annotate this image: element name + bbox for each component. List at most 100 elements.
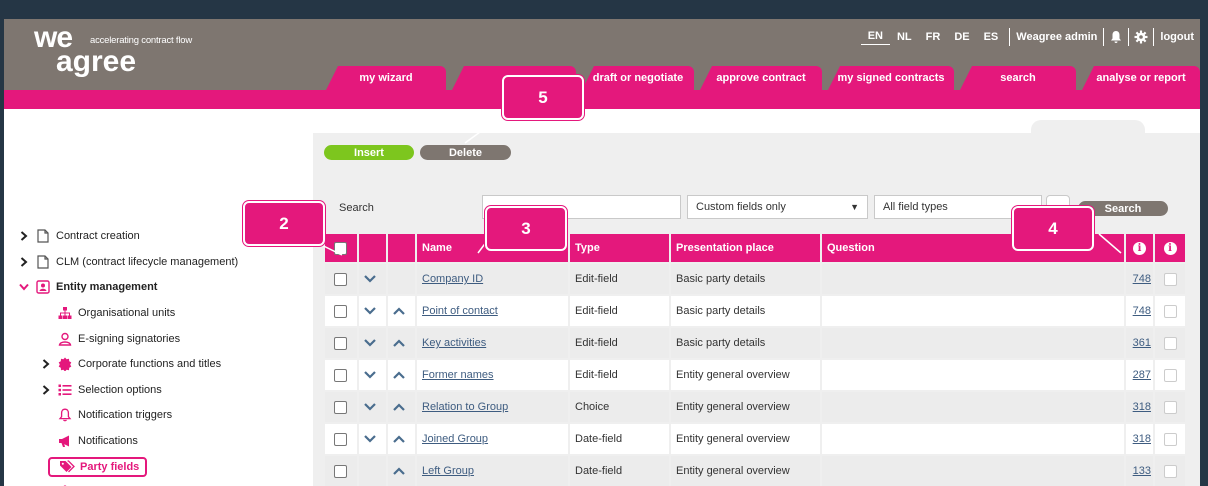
status-checkbox (1163, 400, 1177, 414)
sidebar-item-label: Notifications (78, 435, 138, 447)
chevron-up-icon[interactable] (391, 399, 407, 415)
chevron-right-icon[interactable] (40, 359, 52, 369)
sidebar-item-e-signing-signatories[interactable]: E-signing signatories (40, 329, 180, 349)
field-name-link[interactable]: Joined Group (422, 433, 488, 445)
document-icon (34, 255, 52, 269)
field-name-link[interactable]: Left Group (422, 465, 474, 477)
row-select-cell (325, 360, 357, 390)
tab-my-wizard[interactable]: my wizard (326, 66, 446, 90)
usage-count-link[interactable]: 318 (1133, 401, 1151, 413)
info-icon: i (1163, 241, 1177, 255)
move-down-cell (359, 456, 386, 486)
language-fr[interactable]: FR (919, 31, 948, 43)
type-header[interactable]: Type (570, 234, 669, 262)
info-icon: i (1133, 241, 1146, 255)
chevron-down-icon[interactable] (362, 335, 378, 351)
row-checkbox[interactable] (334, 400, 347, 414)
chevron-right-icon[interactable] (18, 231, 30, 241)
row-select-cell (325, 264, 357, 294)
list-icon (56, 383, 74, 397)
logo[interactable]: we agree accelerating contract flow (34, 23, 192, 77)
bell-icon[interactable] (1108, 29, 1124, 45)
usage-count-link[interactable]: 361 (1133, 337, 1151, 349)
sidebar-item-organisational-units[interactable]: Organisational units (40, 303, 175, 323)
usage-count-link[interactable]: 287 (1133, 369, 1151, 381)
sidebar-item-label: Entity management (56, 281, 158, 293)
usage-count-cell: 318 (1126, 424, 1153, 454)
scope-select[interactable]: Custom fields only ▼ (687, 195, 868, 219)
usage-count-link[interactable]: 748 (1133, 273, 1151, 285)
gear-icon[interactable] (1133, 29, 1149, 45)
chevron-down-icon[interactable] (362, 367, 378, 383)
sidebar-item-notifications[interactable]: Notifications (40, 431, 138, 451)
app-window: we agree accelerating contract flow EN N… (4, 19, 1200, 486)
field-name-link[interactable]: Relation to Group (422, 401, 508, 413)
sidebar-item-selection-options[interactable]: Selection options (40, 380, 162, 400)
usage-count-cell: 748 (1126, 264, 1153, 294)
usage-count-link[interactable]: 318 (1133, 433, 1151, 445)
divider (1153, 28, 1155, 46)
chevron-down-icon[interactable] (362, 399, 378, 415)
chevron-right-icon[interactable] (18, 257, 30, 267)
row-checkbox[interactable] (334, 336, 347, 350)
chevron-up-icon[interactable] (391, 367, 407, 383)
row-checkbox[interactable] (334, 432, 347, 446)
language-en[interactable]: EN (860, 30, 890, 45)
chevron-down-icon[interactable] (362, 431, 378, 447)
document-icon (34, 229, 52, 243)
field-type-select-value: All field types (883, 201, 948, 213)
field-name-link[interactable]: Company ID (422, 273, 483, 285)
language-es[interactable]: ES (977, 31, 1006, 43)
chevron-right-icon[interactable] (40, 385, 52, 395)
chevron-up-icon[interactable] (391, 463, 407, 479)
field-name-link[interactable]: Point of contact (422, 305, 498, 317)
chevron-up-icon[interactable] (391, 431, 407, 447)
tab-my-signed-contracts[interactable]: my signed contracts (828, 66, 954, 90)
move-down-cell (359, 264, 386, 294)
row-checkbox[interactable] (334, 464, 347, 478)
field-name-link[interactable]: Key activities (422, 337, 486, 349)
move-up-cell (388, 360, 415, 390)
sidebar-item-clm-contract-lifecycle-management[interactable]: CLM (contract lifecycle management) (18, 252, 238, 272)
chevron-down-icon[interactable] (18, 283, 30, 291)
tab-analyse-or-report[interactable]: analyse or report (1082, 66, 1200, 90)
sidebar-item-corporate-functions-and-titles[interactable]: Corporate functions and titles (40, 354, 221, 374)
language-nl[interactable]: NL (890, 31, 919, 43)
divider (1128, 28, 1130, 46)
row-checkbox[interactable] (334, 368, 347, 382)
table-row: Relation to Group Choice Entity general ov… (325, 392, 1185, 422)
usage-count-link[interactable]: 133 (1133, 465, 1151, 477)
language-de[interactable]: DE (947, 31, 976, 43)
status-cell (1155, 328, 1185, 358)
select-all-header[interactable] (325, 234, 357, 262)
delete-button[interactable]: Delete (420, 145, 511, 160)
sidebar-item-party-fields[interactable]: Party fields (48, 457, 148, 477)
move-down-cell (359, 392, 386, 422)
user-name[interactable]: Weagree admin (1014, 31, 1099, 43)
select-all-checkbox[interactable] (334, 241, 347, 255)
presentation-place-cell: Basic party details (671, 296, 820, 326)
chevron-up-icon[interactable] (391, 335, 407, 351)
chevron-down-icon[interactable] (362, 303, 378, 319)
presentation-place-header[interactable]: Presentation place (671, 234, 820, 262)
tab-search[interactable]: search (960, 66, 1076, 90)
sidebar-item-label: Contract creation (56, 230, 140, 242)
chevron-down-icon[interactable] (362, 271, 378, 287)
sidebar-item-entity-management[interactable]: Entity management (18, 277, 157, 297)
usage-count-link[interactable]: 748 (1133, 305, 1151, 317)
logout-link[interactable]: logout (1158, 31, 1194, 43)
row-checkbox[interactable] (334, 304, 347, 318)
insert-button[interactable]: Insert (324, 145, 414, 160)
row-select-cell (325, 424, 357, 454)
type-cell: Date-field (570, 424, 669, 454)
tab-approve-contract[interactable]: approve contract (700, 66, 822, 90)
table-row: Former names Edit-field Entity general ove… (325, 360, 1185, 390)
row-checkbox[interactable] (334, 272, 347, 286)
tab-draft-or-negotiate[interactable]: draft or negotiate (582, 66, 694, 90)
sidebar-item-contract-creation[interactable]: Contract creation (18, 226, 140, 246)
sidebar-item-configuration[interactable]: Configuration (40, 482, 143, 486)
field-name-link[interactable]: Former names (422, 369, 494, 381)
sidebar-item-notification-triggers[interactable]: Notification triggers (40, 405, 172, 425)
callout-2: 2 (243, 201, 325, 246)
chevron-up-icon[interactable] (391, 303, 407, 319)
